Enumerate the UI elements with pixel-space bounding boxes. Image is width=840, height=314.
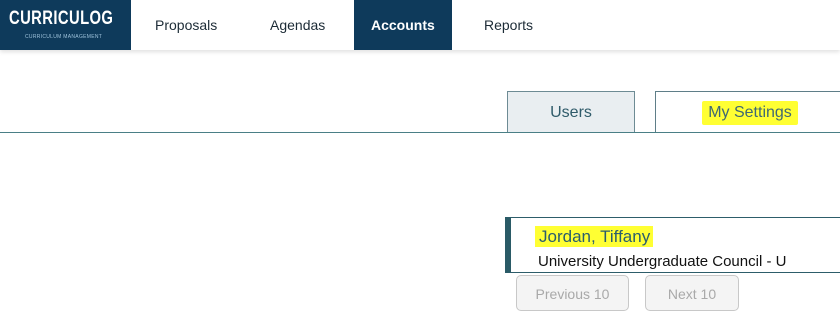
- logo-tagline: CURRICULUM MANAGEMENT: [25, 34, 103, 40]
- tab-users[interactable]: Users: [507, 91, 635, 132]
- next-10-button[interactable]: Next 10: [645, 275, 739, 311]
- user-name-link[interactable]: Jordan, Tiffany: [535, 226, 654, 247]
- nav-proposals[interactable]: Proposals: [155, 0, 217, 50]
- user-organization: University Undergraduate Council - U: [538, 253, 787, 270]
- tab-my-settings-label: My Settings: [702, 101, 798, 125]
- top-navigation: CURRICULOG CURRICULUM MANAGEMENT Proposa…: [0, 0, 840, 50]
- previous-10-button[interactable]: Previous 10: [516, 275, 629, 311]
- tab-users-label: Users: [550, 104, 592, 121]
- logo-text: CURRICULOG: [9, 8, 114, 29]
- nav-accounts[interactable]: Accounts: [354, 0, 452, 50]
- nav-reports[interactable]: Reports: [484, 0, 533, 50]
- nav-agendas[interactable]: Agendas: [270, 0, 325, 50]
- curriculog-logo[interactable]: CURRICULOG CURRICULUM MANAGEMENT: [0, 0, 131, 50]
- tab-my-settings[interactable]: My Settings: [655, 91, 840, 132]
